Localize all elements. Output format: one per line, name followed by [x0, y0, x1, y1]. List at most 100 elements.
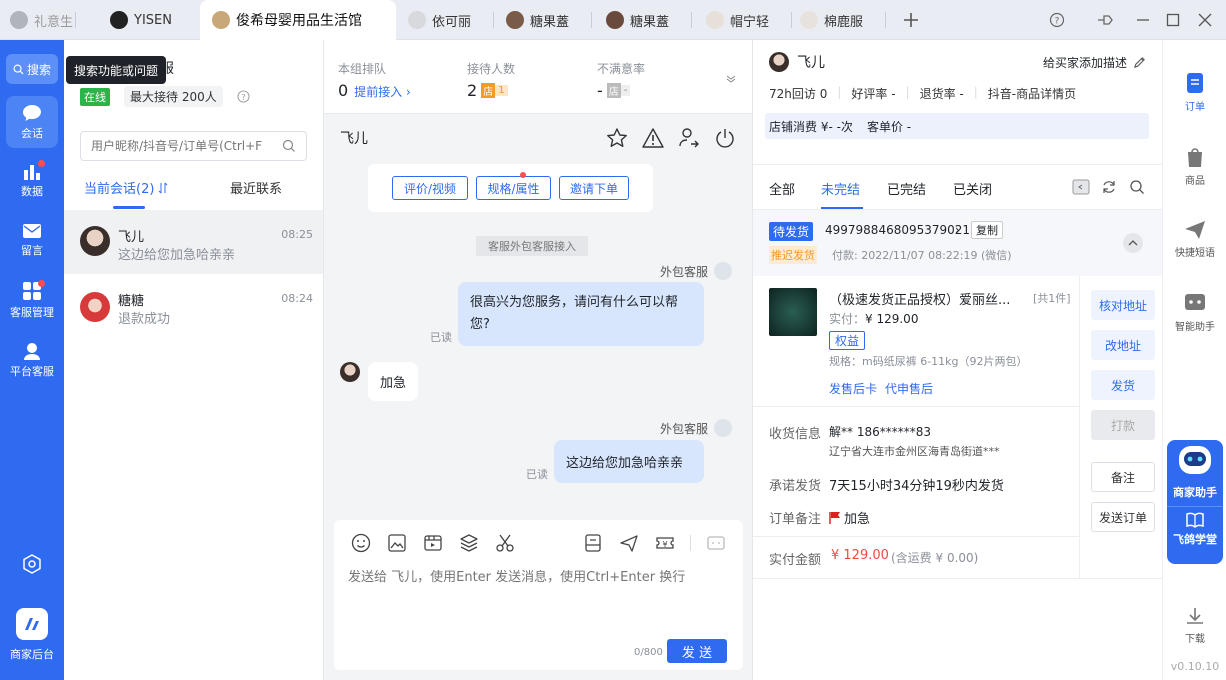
session-search-input[interactable] [91, 139, 271, 153]
payout-button[interactable]: 打款 [1091, 410, 1155, 440]
customer-avatar [340, 362, 360, 382]
copy-button[interactable]: 复制 [971, 221, 1003, 239]
verify-address-button[interactable]: 核对地址 [1091, 290, 1155, 320]
nav-chat[interactable]: 会话 [6, 96, 58, 148]
session-panel: 服 在线 最大接待 200人 ? 搜索功能或问题 当前会话(2) 最近联系 飞儿… [64, 40, 324, 680]
tab-label: 糖果蓋 [630, 14, 670, 30]
maximize-icon[interactable] [1164, 11, 1182, 29]
add-tab-icon[interactable] [900, 9, 922, 31]
online-status-badge[interactable]: 在线 [80, 87, 110, 106]
tab-shop-2[interactable]: YISEN [110, 6, 176, 34]
change-address-button[interactable]: 改地址 [1091, 330, 1155, 360]
robot-toggle-icon[interactable] [705, 532, 727, 554]
download-button[interactable]: 下载 [1163, 606, 1226, 645]
positive-rate-stat: 好评率 - [851, 87, 896, 101]
tab-shop-7[interactable]: 帽宁轻 [706, 6, 792, 34]
message-input[interactable] [348, 570, 728, 585]
tab-all[interactable]: 全部 [769, 179, 795, 198]
max-reception-label: 最大接待 200人 [124, 86, 223, 107]
tab-shop-4[interactable]: 依可丽 [408, 6, 494, 34]
scissors-icon[interactable] [494, 532, 516, 554]
tab-completed[interactable]: 已完结 [887, 179, 926, 198]
product-qty: [共1件] [1033, 292, 1071, 305]
tab-shop-1[interactable]: 礼意生 [10, 6, 76, 34]
customer-message: 加急 [368, 362, 419, 401]
close-icon[interactable] [1196, 11, 1214, 29]
tab-shop-6[interactable]: 糖果蓋 [606, 6, 692, 34]
early-access-link[interactable]: 提前接入 › [354, 83, 411, 100]
minimize-icon[interactable] [1134, 11, 1152, 29]
tab-shop-active[interactable]: 俊希母婴用品生活馆 [200, 0, 396, 40]
tab-pending[interactable]: 未完结 [821, 179, 860, 198]
remark-button[interactable]: 备注 [1091, 462, 1155, 492]
session-search[interactable] [80, 131, 307, 161]
backend-label: 商家后台 [10, 648, 54, 661]
spec-attr-button[interactable]: 规格/属性 [476, 176, 551, 200]
help-icon[interactable]: ? [1048, 11, 1066, 29]
chevron-right-icon[interactable]: › [955, 223, 960, 237]
chevron-down-icon[interactable] [726, 74, 736, 84]
coupon-icon[interactable]: ¥ [654, 532, 676, 554]
search-button[interactable]: 搜索 [6, 54, 58, 84]
transfer-user-icon[interactable] [678, 127, 700, 149]
tab-shop-8[interactable]: 棉鹿服 [800, 6, 886, 34]
help-icon[interactable]: ? [237, 90, 250, 103]
pin-icon[interactable] [1096, 11, 1114, 29]
layers-icon[interactable] [458, 532, 480, 554]
collapse-icon[interactable] [1072, 178, 1090, 196]
add-description-label: 给买家添加描述 [1042, 56, 1127, 70]
nav-orders[interactable]: 订单 [1163, 72, 1226, 113]
search-icon[interactable] [1129, 179, 1145, 195]
order-id[interactable]: 4997988468095379021 [825, 223, 970, 237]
tab-shop-5[interactable]: 糖果蓋 [506, 6, 592, 34]
review-video-button[interactable]: 评价/视频 [392, 176, 468, 200]
nav-agent-management[interactable]: 客服管理 [6, 274, 58, 326]
nav-data[interactable]: 数据 [6, 154, 58, 206]
image-icon[interactable] [386, 532, 408, 554]
video-icon[interactable] [422, 532, 444, 554]
tab-recent-contacts[interactable]: 最近联系 [230, 178, 282, 197]
nav-products[interactable]: 商品 [1163, 146, 1226, 187]
product-title[interactable]: （极速发货正品授权）爱丽丝... [829, 289, 1059, 308]
sort-icon[interactable] [158, 182, 168, 194]
tab-label: 俊希母婴用品生活馆 [236, 13, 362, 29]
nav-quick-phrases[interactable]: 快捷短语 [1163, 220, 1226, 259]
nav-smart-assistant[interactable]: 智能助手 [1163, 292, 1226, 333]
add-description-button[interactable]: 给买家添加描述 [1043, 54, 1146, 71]
ship-button[interactable]: 发货 [1091, 370, 1155, 400]
nav-label: 数据 [21, 184, 43, 198]
session-item-active[interactable]: 飞儿 08:25 这边给您加急哈亲亲 [64, 210, 323, 274]
edit-icon [1133, 57, 1145, 69]
refresh-icon[interactable] [1101, 179, 1117, 195]
send-order-button[interactable]: 发送订单 [1091, 502, 1155, 532]
stat-label: 本组排队 [338, 62, 387, 76]
nav-platform-service[interactable]: 平台客服 [6, 334, 58, 386]
rights-tag[interactable]: 权益 [829, 331, 866, 350]
order-card-icon[interactable] [582, 532, 604, 554]
nav-label: 留言 [21, 243, 43, 257]
session-item[interactable]: 糖糖 08:24 退款成功 [64, 274, 323, 338]
warning-icon[interactable] [642, 127, 664, 149]
tab-current-sessions[interactable]: 当前会话(2) [84, 178, 168, 197]
search-icon[interactable] [282, 139, 296, 153]
bag-icon [1188, 148, 1202, 167]
read-status: 已读 [526, 468, 548, 481]
merchant-backend-button[interactable]: 商家后台 [6, 608, 58, 668]
settings-icon[interactable] [20, 552, 44, 576]
product-image[interactable] [769, 288, 817, 336]
emoji-icon[interactable] [350, 532, 372, 554]
source-stat: 抖音-商品详情页 [987, 87, 1077, 101]
merchant-assistant-widget[interactable]: 商家助手 飞鸽学堂 [1167, 440, 1223, 564]
after-sale-card-link[interactable]: 发售后卡 [829, 380, 877, 397]
tab-closed[interactable]: 已关闭 [953, 179, 992, 198]
apply-after-sale-link[interactable]: 代申售后 [885, 380, 933, 397]
star-icon[interactable] [606, 127, 628, 149]
nav-messages[interactable]: 留言 [6, 214, 58, 266]
power-icon[interactable] [714, 127, 736, 149]
session-time: 08:25 [281, 228, 313, 241]
send-plane-icon[interactable] [618, 532, 640, 554]
promise-time: 7天15小时34分钟19秒内发货 [829, 479, 1004, 494]
send-button[interactable]: 发 送 [667, 639, 727, 663]
invite-order-button[interactable]: 邀请下单 [559, 176, 629, 200]
collapse-order-button[interactable] [1123, 233, 1143, 253]
